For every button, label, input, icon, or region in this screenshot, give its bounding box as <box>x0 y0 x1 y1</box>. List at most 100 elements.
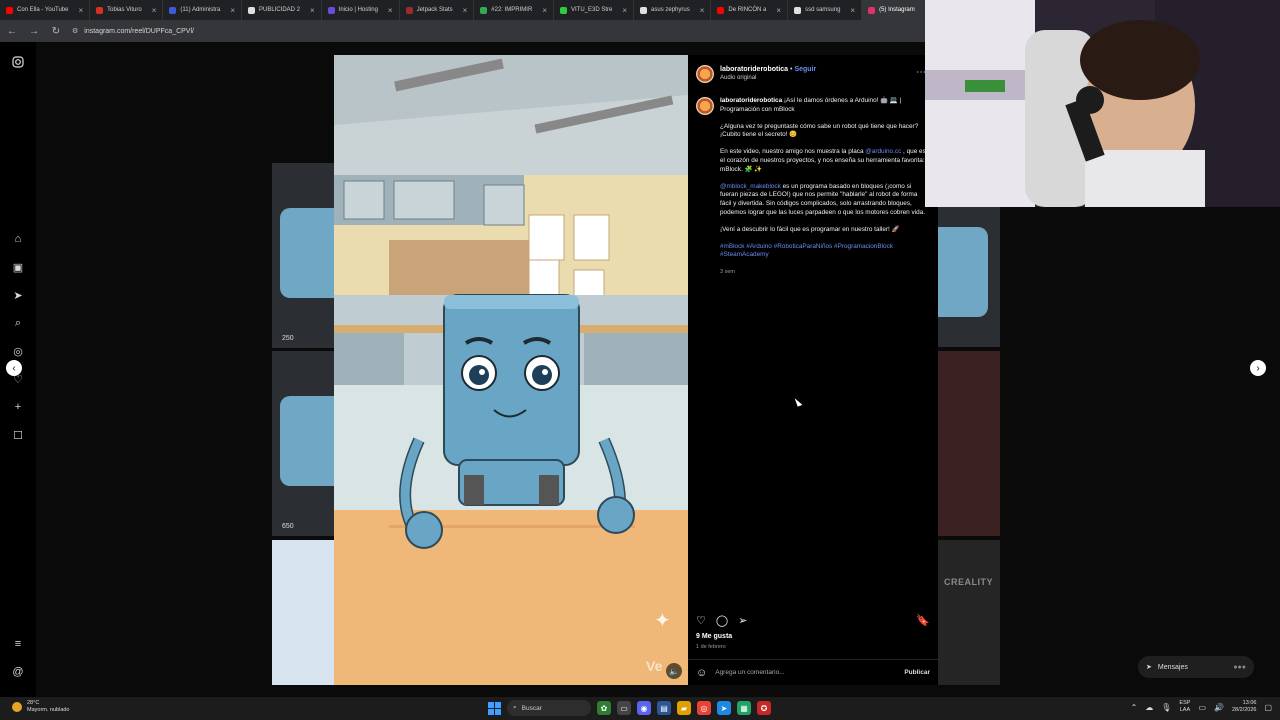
tab-label: ssd samsung <box>805 7 841 13</box>
post-header: laboratoriderobotica • Seguir Audio orig… <box>696 63 930 85</box>
post-panel: laboratoriderobotica • Seguir Audio orig… <box>688 55 938 685</box>
save-icon[interactable]: 🔖 <box>916 614 930 627</box>
close-tab-icon[interactable]: × <box>310 6 315 15</box>
close-tab-icon[interactable]: × <box>850 6 855 15</box>
reel-video[interactable]: ✦ Ve 🔈 <box>334 55 688 685</box>
clock[interactable]: 13:06 28/2/2026 <box>1232 700 1256 714</box>
tab-label: Inicio | Hosting <box>338 7 378 13</box>
back-icon[interactable]: ← <box>6 26 18 37</box>
tab-favicon-icon <box>717 6 725 14</box>
close-tab-icon[interactable]: × <box>622 6 627 15</box>
volume-icon[interactable]: 🔊 <box>1214 703 1224 712</box>
instagram-logo-icon[interactable] <box>10 54 26 70</box>
menu-icon[interactable]: ≡ <box>10 636 26 652</box>
telegram-icon[interactable]: ➤ <box>717 701 731 715</box>
audio-label[interactable]: Audio original <box>720 74 816 83</box>
browser-tab[interactable]: PUBLICIDAD 2 × <box>242 0 322 20</box>
app-icon[interactable]: ✪ <box>757 701 771 715</box>
browser-tab[interactable]: Con Ella - YouTube × <box>0 0 91 20</box>
profile-icon[interactable]: ☐ <box>10 427 26 443</box>
chevron-up-icon[interactable]: ⌃ <box>1131 703 1138 712</box>
reels-icon[interactable]: ▣ <box>10 259 26 275</box>
emoji-icon[interactable]: ☺ <box>696 667 707 679</box>
close-tab-icon[interactable]: × <box>776 6 781 15</box>
browser-tab[interactable]: Inicio | Hosting × <box>322 0 400 20</box>
arduino-mention-link[interactable]: @arduino.cc <box>865 148 901 155</box>
url-text: instagram.com/reel/DUPFca_CPVl/ <box>84 27 194 35</box>
calculator-icon[interactable]: ▤ <box>657 701 671 715</box>
publish-button[interactable]: Publicar <box>904 669 930 676</box>
mute-button[interactable]: 🔈 <box>666 663 682 679</box>
browser-tab[interactable]: (11) Administra × <box>163 0 242 20</box>
send-icon[interactable]: ➤ <box>10 287 26 303</box>
address-bar[interactable]: ⚙ instagram.com/reel/DUPFca_CPVl/ <box>72 27 194 36</box>
tab-favicon-icon <box>96 6 104 14</box>
mic-icon[interactable]: 🎙 <box>1161 703 1171 712</box>
forward-icon[interactable]: → <box>28 26 40 37</box>
browser-tab[interactable]: #22: IMPRIMIR × <box>474 0 554 20</box>
close-tab-icon[interactable]: × <box>78 6 83 15</box>
comment-icon[interactable]: ◯ <box>716 614 728 627</box>
chrome-icon[interactable]: ◎ <box>697 701 711 715</box>
network-icon[interactable]: ▭ <box>1198 703 1206 712</box>
close-tab-icon[interactable]: × <box>700 6 705 15</box>
close-tab-icon[interactable]: × <box>388 6 393 15</box>
browser-tab[interactable]: Jetpack Stats × <box>400 0 475 20</box>
messages-button[interactable]: ➤ Mensajes ●●● <box>1138 656 1254 678</box>
taskbar-search[interactable]: ⌕ Buscar <box>507 700 591 716</box>
close-tab-icon[interactable]: × <box>152 6 157 15</box>
browser-tab[interactable]: VITU_E3D Stre × <box>554 0 635 20</box>
system-tray: ⌃ ☁ 🎙 ESP LAA ▭ 🔊 13:06 28/2/2026 ▢ <box>1131 700 1272 714</box>
next-reel-thumb-2[interactable] <box>938 351 1000 536</box>
cloud-icon[interactable]: ☁ <box>1145 703 1153 712</box>
weather-widget[interactable]: 28°C Mayorm. nublado <box>12 700 70 714</box>
close-tab-icon[interactable]: × <box>463 6 468 15</box>
next-arrow-button[interactable]: › <box>1250 360 1266 376</box>
widget-app-icon[interactable]: ✿ <box>597 701 611 715</box>
avatar[interactable] <box>696 65 714 83</box>
close-tab-icon[interactable]: × <box>230 6 235 15</box>
tab-favicon-icon <box>6 6 13 14</box>
discord-icon[interactable]: ◉ <box>637 701 651 715</box>
tab-favicon-icon <box>405 6 413 14</box>
search-icon[interactable]: ⌕ <box>10 315 26 331</box>
tab-favicon-icon <box>169 6 177 14</box>
browser-tab[interactable]: asus zephyrus × <box>634 0 712 20</box>
windows-start-icon[interactable] <box>488 701 501 715</box>
username-link[interactable]: laboratoriderobotica <box>720 66 788 73</box>
next-reel-thumb[interactable] <box>938 207 1000 347</box>
browser-tab[interactable]: ssd samsung × <box>788 0 863 20</box>
caption-avatar[interactable] <box>696 97 714 115</box>
previous-reel-thumb-3[interactable] <box>272 540 334 685</box>
explore-icon[interactable]: ◎ <box>10 343 26 359</box>
home-icon[interactable]: ⌂ <box>10 231 26 247</box>
hashtags[interactable]: #mBlock #Arduino #RoboticaParaNiños #Pro… <box>720 243 928 261</box>
browser-tab[interactable]: De RINCÓN a × <box>711 0 789 20</box>
caption-username[interactable]: laboratoriderobotica <box>720 97 782 104</box>
likes-count[interactable]: 9 Me gusta <box>696 633 732 640</box>
create-icon[interactable]: + <box>10 399 26 415</box>
browser-tab[interactable]: Tobias Vituro × <box>90 0 164 20</box>
comment-input[interactable]: Agrega un comentario... <box>715 669 784 676</box>
caption-paragraph-2-pre: En este video, nuestro amigo nos muestra… <box>720 148 866 156</box>
reload-icon[interactable]: ↻ <box>50 26 62 37</box>
sheets-icon[interactable]: ▦ <box>737 701 751 715</box>
notification-icon[interactable]: ▢ <box>1264 703 1272 712</box>
previous-reel-thumb-2[interactable]: 650 <box>272 351 334 536</box>
language-indicator[interactable]: ESP LAA <box>1179 700 1190 714</box>
task-view-icon[interactable]: ▭ <box>617 701 631 715</box>
site-info-icon[interactable]: ⚙ <box>72 27 78 35</box>
prev-arrow-button[interactable]: ‹ <box>6 360 22 376</box>
share-icon[interactable]: ➢ <box>738 614 747 627</box>
next-reel-thumb-3[interactable] <box>938 540 1000 685</box>
close-tab-icon[interactable]: × <box>542 6 547 15</box>
follow-button[interactable]: Seguir <box>794 66 816 73</box>
video-watermark: Ve <box>646 658 663 674</box>
threads-icon[interactable]: @ <box>10 664 26 680</box>
file-explorer-icon[interactable]: ▰ <box>677 701 691 715</box>
browser-tab[interactable]: (5) Instagram× <box>862 0 925 20</box>
mblock-mention-link[interactable]: @mblock_makeblock <box>720 183 781 190</box>
previous-reel-thumb[interactable]: 250 <box>272 163 334 348</box>
messages-label: Mensajes <box>1157 663 1188 671</box>
like-icon[interactable]: ♡ <box>696 614 706 627</box>
